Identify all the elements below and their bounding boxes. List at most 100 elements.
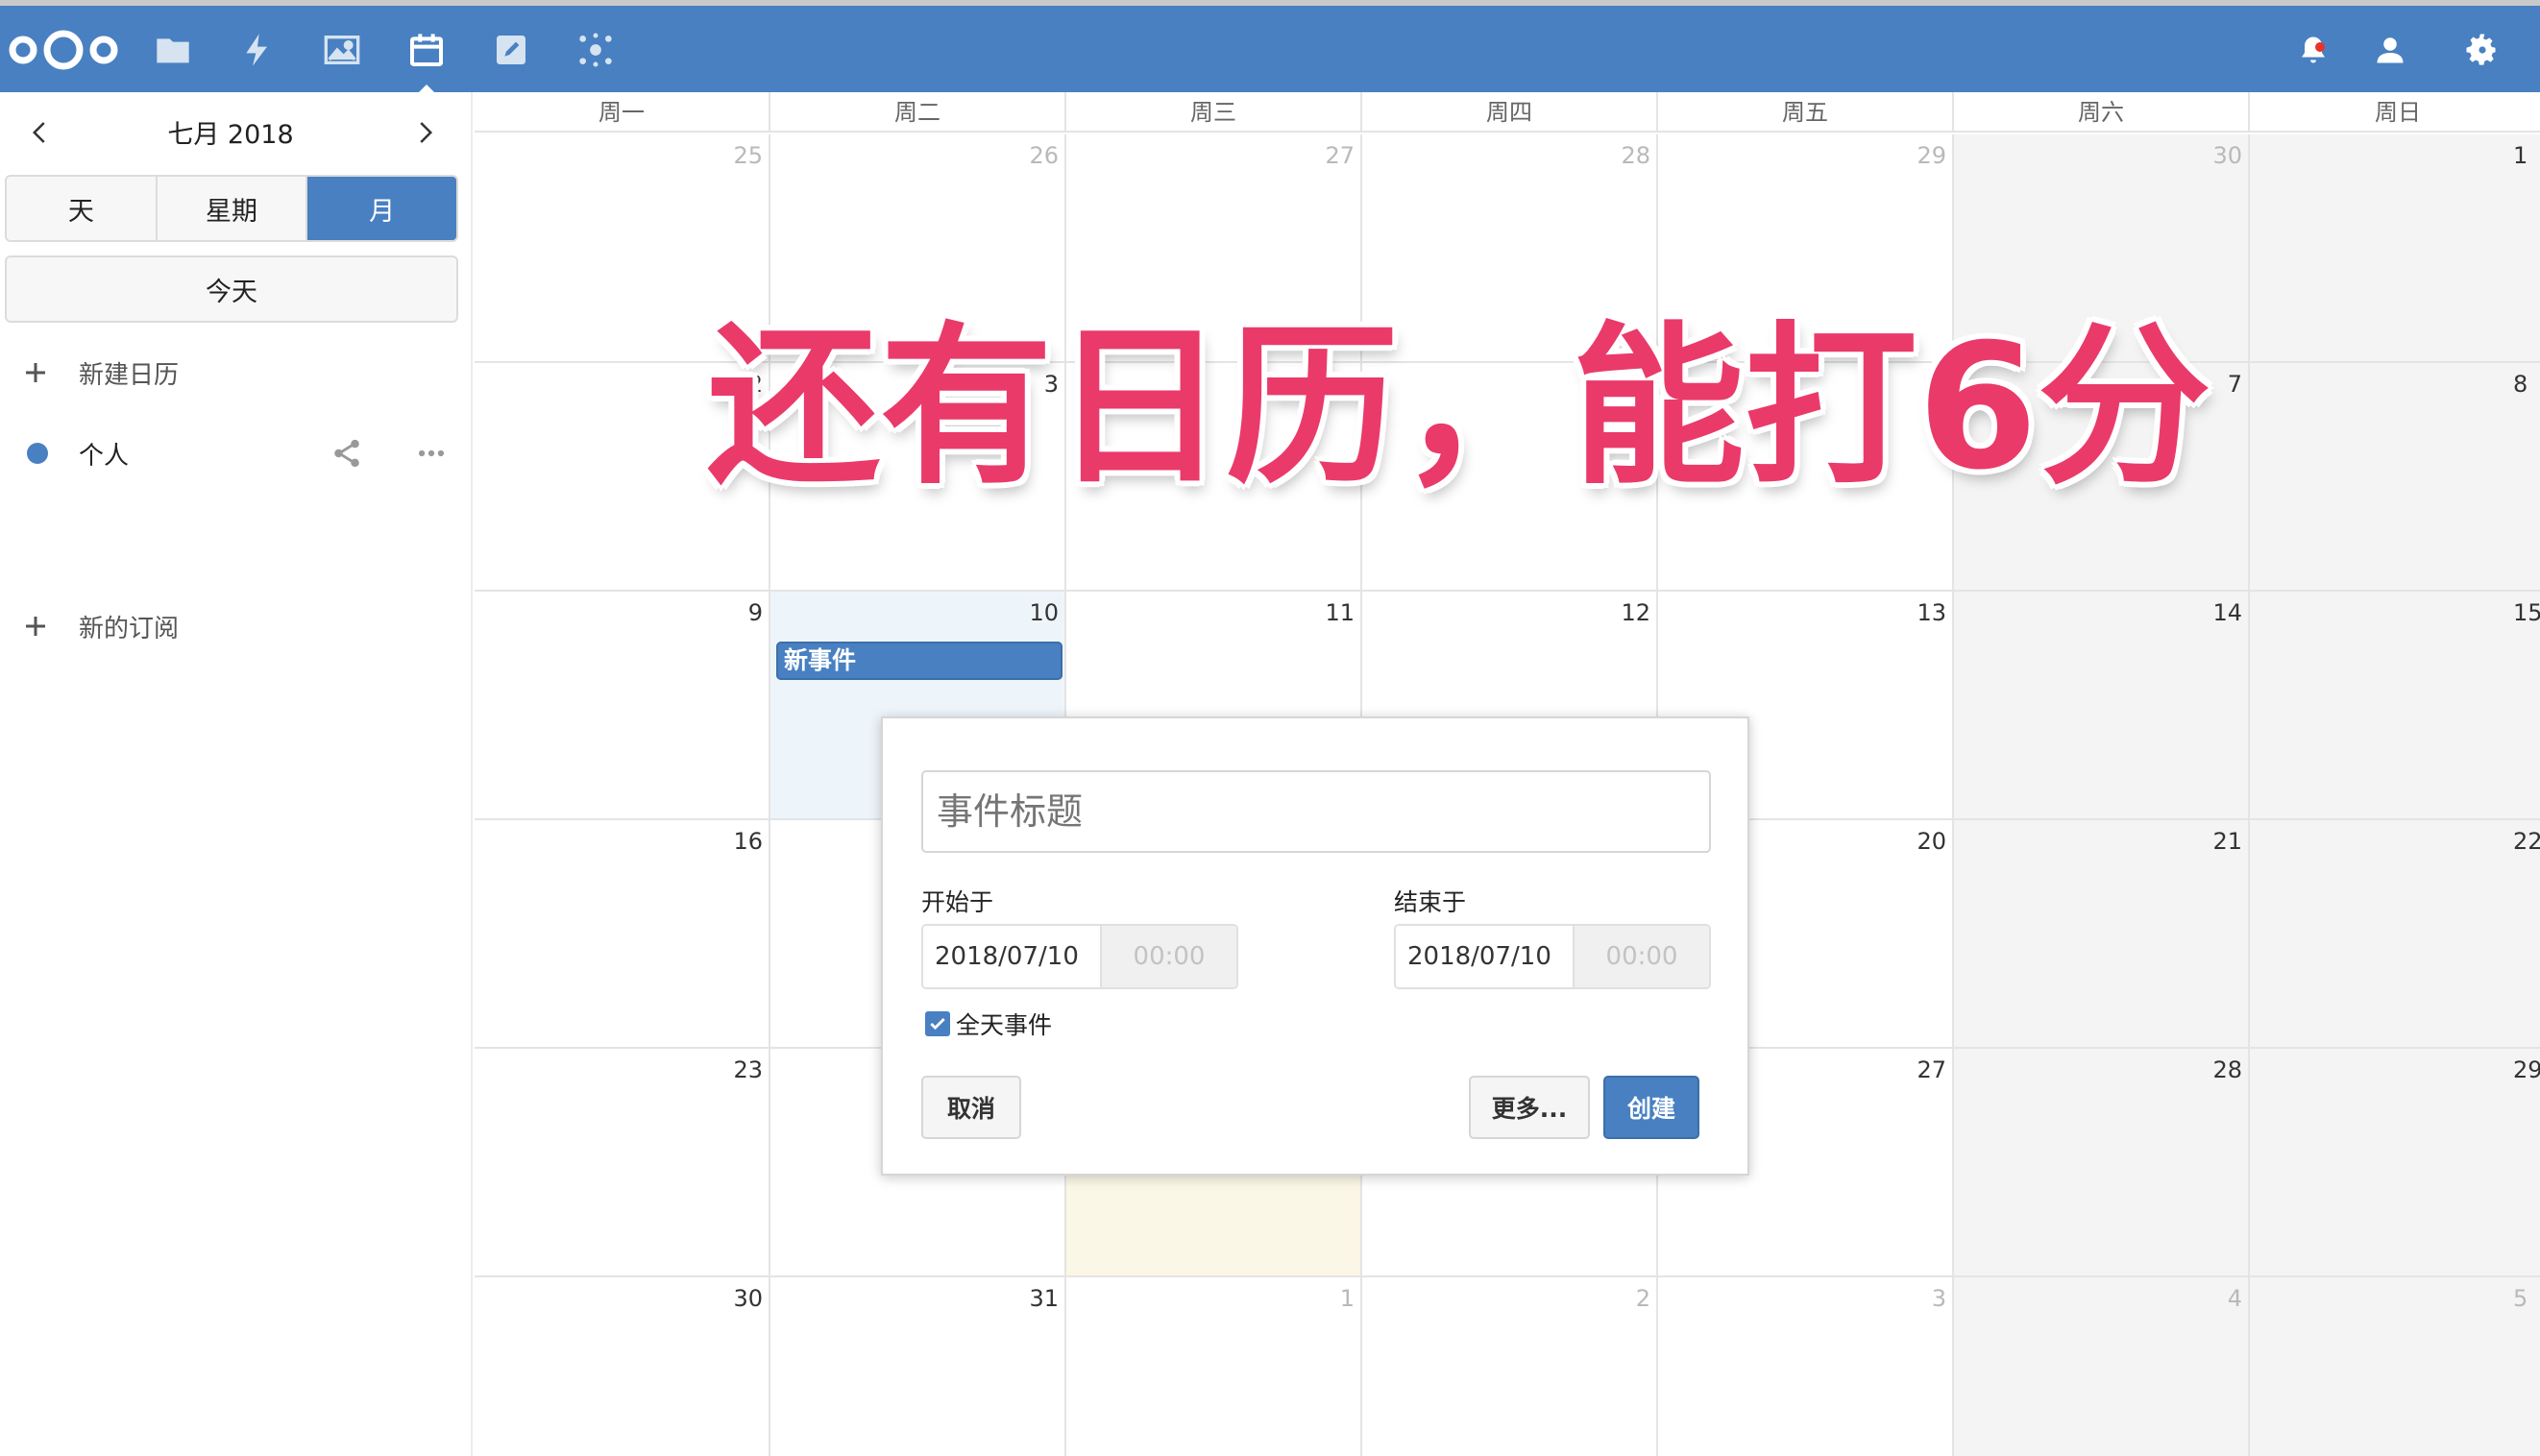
- start-datetime: 2018/07/10 00:00: [921, 924, 1238, 989]
- folder-icon[interactable]: [142, 19, 204, 81]
- circles-icon[interactable]: [565, 19, 626, 81]
- weekday-header: 周一 周二 周三 周四 周五 周六 周日: [475, 92, 2540, 133]
- day-number: 14: [2212, 599, 2242, 626]
- chevron-left-icon[interactable]: [13, 106, 67, 159]
- create-button[interactable]: 创建: [1603, 1076, 1699, 1139]
- checkbox-checked-icon[interactable]: [925, 1011, 950, 1036]
- day-number: 5: [2513, 1285, 2528, 1312]
- day-number: 28: [1621, 142, 1650, 169]
- day-number: 3: [1931, 1285, 1946, 1312]
- day-cell[interactable]: 9: [475, 592, 770, 820]
- day-number: 8: [2513, 371, 2528, 398]
- day-number: 20: [1917, 828, 1946, 855]
- new-calendar-row[interactable]: 新建日历: [0, 344, 473, 401]
- gear-icon[interactable]: [2455, 23, 2509, 77]
- start-date-input[interactable]: 2018/07/10: [923, 926, 1102, 987]
- day-number: 25: [733, 142, 763, 169]
- weekday-label: 周六: [1954, 92, 2250, 133]
- day-cell[interactable]: 3: [1658, 1277, 1954, 1456]
- contacts-icon[interactable]: [2363, 23, 2417, 77]
- day-number: 10: [1029, 599, 1059, 626]
- start-label: 开始于: [921, 888, 994, 916]
- view-switcher: 天 星期 月: [5, 175, 458, 242]
- day-cell[interactable]: 5: [2250, 1277, 2540, 1456]
- event-title-input[interactable]: [921, 770, 1711, 853]
- day-number: 30: [733, 1285, 763, 1312]
- day-cell[interactable]: 1: [1066, 1277, 1362, 1456]
- day-number: 1: [2513, 142, 2528, 169]
- calendar-item-personal[interactable]: 个人: [0, 425, 473, 482]
- new-calendar-label: 新建日历: [79, 360, 180, 390]
- nextcloud-logo-icon[interactable]: [2, 19, 125, 81]
- view-month-button[interactable]: 月: [307, 177, 456, 240]
- calendar-color-dot[interactable]: [27, 443, 48, 464]
- event-chip[interactable]: 新事件: [776, 642, 1062, 680]
- view-week-button[interactable]: 星期: [157, 177, 308, 240]
- weekday-label: 周四: [1362, 92, 1658, 133]
- day-number: 27: [1917, 1056, 1946, 1083]
- day-number: 29: [1917, 142, 1946, 169]
- day-cell[interactable]: 28: [1954, 1049, 2250, 1277]
- overlay-caption: 还有日历，能打6分: [707, 307, 2211, 508]
- day-cell[interactable]: 29: [2250, 1049, 2540, 1277]
- calendar-icon[interactable]: [396, 19, 457, 81]
- cancel-button[interactable]: 取消: [921, 1076, 1021, 1139]
- day-number: 27: [1325, 142, 1355, 169]
- day-cell[interactable]: 4: [1954, 1277, 2250, 1456]
- chevron-right-icon[interactable]: [398, 106, 452, 159]
- allday-toggle[interactable]: 全天事件: [925, 1007, 1052, 1041]
- today-button[interactable]: 今天: [5, 255, 458, 323]
- weekday-label: 周三: [1066, 92, 1362, 133]
- day-number: 28: [2212, 1056, 2242, 1083]
- weekday-label: 周日: [2375, 99, 2421, 126]
- view-day-button[interactable]: 天: [7, 177, 158, 240]
- more-button[interactable]: 更多...: [1469, 1076, 1590, 1139]
- plus-icon: [26, 617, 45, 636]
- day-cell[interactable]: 16: [475, 820, 770, 1049]
- more-dots-icon[interactable]: [415, 437, 448, 470]
- bell-icon[interactable]: [2286, 23, 2340, 77]
- day-number: 16: [733, 828, 763, 855]
- day-number: 1: [1339, 1285, 1355, 1312]
- image-icon[interactable]: [311, 19, 373, 81]
- day-cell[interactable]: 15: [2250, 592, 2540, 820]
- lightning-icon[interactable]: [227, 19, 288, 81]
- day-number: 12: [1621, 599, 1650, 626]
- new-subscription-label: 新的订阅: [79, 614, 180, 643]
- day-number: 21: [2212, 828, 2242, 855]
- weekday-label: 周一: [475, 92, 770, 133]
- new-event-popover: 开始于 结束于 2018/07/10 00:00 2018/07/10 00:0…: [881, 716, 1749, 1176]
- date-navigation: 七月 2018: [0, 92, 473, 169]
- day-number: 23: [733, 1056, 763, 1083]
- notification-dot: [2315, 42, 2325, 52]
- day-cell[interactable]: 23: [475, 1049, 770, 1277]
- day-number: 13: [1917, 599, 1946, 626]
- weekday-label: 周五: [1658, 92, 1954, 133]
- day-cell[interactable]: 31: [770, 1277, 1066, 1456]
- day-cell[interactable]: 22: [2250, 820, 2540, 1049]
- day-number: 29: [2513, 1056, 2540, 1083]
- day-number: 11: [1325, 599, 1355, 626]
- day-cell[interactable]: 8: [2250, 363, 2540, 592]
- day-number: 22: [2513, 828, 2540, 855]
- day-number: 7: [2227, 371, 2242, 398]
- day-cell[interactable]: 30: [475, 1277, 770, 1456]
- day-number: 30: [2212, 142, 2242, 169]
- day-cell[interactable]: 1: [2250, 134, 2540, 363]
- end-date-input[interactable]: 2018/07/10: [1396, 926, 1575, 987]
- start-time-input[interactable]: 00:00: [1102, 926, 1236, 987]
- current-month-label[interactable]: 七月 2018: [96, 113, 365, 151]
- day-cell[interactable]: 21: [1954, 820, 2250, 1049]
- day-number: 9: [747, 599, 763, 626]
- sidebar: 七月 2018 天 星期 月 今天 新建日历 个人 新的订阅: [0, 92, 473, 1456]
- day-number: 31: [1029, 1285, 1059, 1312]
- new-subscription-row[interactable]: 新的订阅: [0, 597, 473, 655]
- share-icon[interactable]: [330, 437, 363, 470]
- day-cell[interactable]: 14: [1954, 592, 2250, 820]
- edit-icon[interactable]: [480, 19, 542, 81]
- day-cell[interactable]: 2: [1362, 1277, 1658, 1456]
- top-header: [0, 6, 2540, 98]
- end-label: 结束于: [1394, 888, 1467, 916]
- end-time-input[interactable]: 00:00: [1575, 926, 1709, 987]
- allday-label: 全天事件: [956, 1011, 1053, 1039]
